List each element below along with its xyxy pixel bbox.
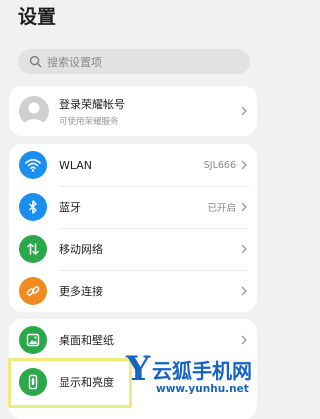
- search-icon: [29, 55, 42, 68]
- settings-item-mobile-network[interactable]: 移动网络: [9, 228, 257, 270]
- settings-item-wlan[interactable]: WLAN SJL666: [9, 144, 257, 186]
- account-title: 登录荣耀帐号: [59, 97, 125, 111]
- link-icon: [19, 277, 47, 305]
- watermark: Y 云狐手机网 www.yunhu.net: [126, 350, 264, 414]
- settings-item-more-connections[interactable]: 更多连接: [9, 270, 257, 312]
- chevron-right-icon: [241, 202, 247, 212]
- chevron-right-icon: [241, 335, 247, 345]
- search-bar[interactable]: 搜索设置项: [18, 49, 250, 74]
- settings-item-label: WLAN: [59, 158, 93, 172]
- watermark-name: 云狐手机网: [152, 359, 252, 383]
- page-title: 设置: [18, 6, 57, 28]
- chevron-right-icon: [241, 160, 247, 170]
- bluetooth-status: 已开启: [207, 203, 236, 214]
- wlan-network-name: SJL666: [203, 159, 236, 171]
- person-icon: [23, 102, 45, 126]
- watermark-logo: Y: [126, 349, 151, 389]
- search-placeholder: 搜索设置项: [47, 55, 102, 69]
- settings-item-label: 蓝牙: [59, 201, 81, 214]
- settings-item-label: 移动网络: [59, 243, 103, 256]
- chevron-right-icon: [241, 286, 247, 296]
- avatar: [19, 96, 49, 126]
- account-row[interactable]: 登录荣耀帐号 可使用荣耀服务: [9, 86, 257, 136]
- settings-item-bluetooth[interactable]: 蓝牙 已开启: [9, 186, 257, 228]
- chevron-right-icon: [241, 106, 247, 116]
- display-icon: [19, 368, 47, 396]
- settings-item-label: 更多连接: [59, 285, 103, 298]
- watermark-url: www.yunhu.net: [156, 383, 249, 395]
- wallpaper-icon: [19, 326, 47, 354]
- account-card[interactable]: 登录荣耀帐号 可使用荣耀服务: [9, 86, 257, 136]
- account-subtitle: 可使用荣耀服务: [59, 116, 119, 127]
- chevron-right-icon: [241, 244, 247, 254]
- mobile-network-icon: [19, 235, 47, 263]
- bluetooth-icon: [19, 193, 47, 221]
- wifi-icon: [19, 151, 47, 179]
- network-card: WLAN SJL666 蓝牙 已开启 移动网络 更多连接: [9, 144, 257, 312]
- settings-item-label: 桌面和壁纸: [59, 334, 114, 347]
